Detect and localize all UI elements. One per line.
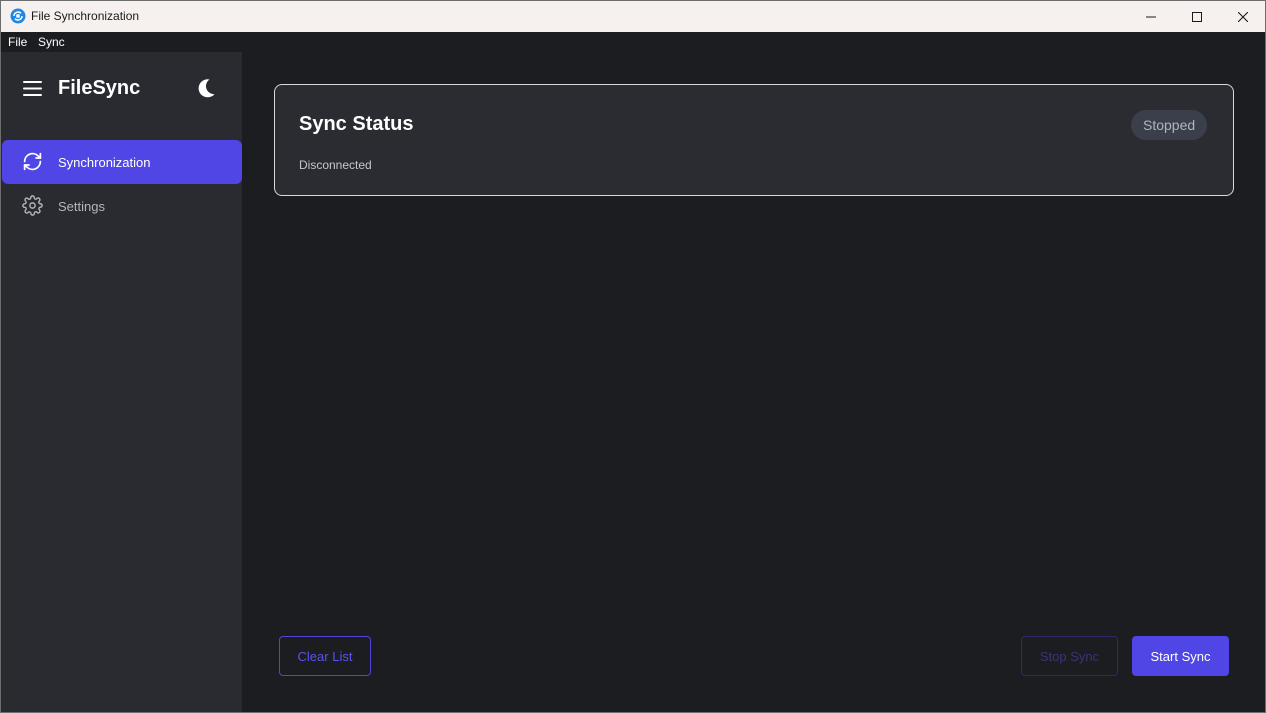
sidebar: FileSync Synchronization Settings (1, 52, 242, 712)
dark-mode-toggle-icon[interactable] (195, 77, 217, 99)
gear-icon (22, 195, 43, 216)
close-icon (1238, 11, 1248, 22)
sidebar-item-settings[interactable]: Settings (2, 184, 242, 228)
app-window: File Synchronization File Sync FileSync (0, 0, 1266, 713)
brand-title: FileSync (58, 77, 141, 99)
sync-status-title: Sync Status (299, 113, 414, 135)
menu-bar: File Sync (1, 32, 1265, 52)
menu-file[interactable]: File (8, 35, 27, 49)
app-icon (10, 8, 26, 24)
maximize-button[interactable] (1174, 1, 1220, 32)
stop-sync-button[interactable]: Stop Sync (1021, 636, 1118, 676)
status-badge: Stopped (1131, 110, 1208, 140)
start-sync-button[interactable]: Start Sync (1132, 636, 1229, 676)
title-bar: File Synchronization (1, 1, 1265, 32)
minimize-button[interactable] (1128, 1, 1174, 32)
sidebar-item-label: Synchronization (58, 155, 151, 170)
minimize-icon (1146, 16, 1156, 17)
hamburger-menu-icon[interactable] (23, 80, 43, 97)
menu-sync[interactable]: Sync (38, 35, 65, 49)
sidebar-item-label: Settings (58, 199, 105, 214)
connection-status-text: Disconnected (299, 158, 372, 172)
window-title: File Synchronization (31, 9, 140, 23)
sync-status-card: Sync Status Disconnected Stopped (274, 84, 1234, 196)
close-button[interactable] (1220, 1, 1265, 32)
clear-list-button[interactable]: Clear List (279, 636, 371, 676)
sidebar-item-synchronization[interactable]: Synchronization (2, 140, 242, 184)
maximize-icon (1192, 11, 1202, 22)
sync-icon (23, 152, 42, 171)
